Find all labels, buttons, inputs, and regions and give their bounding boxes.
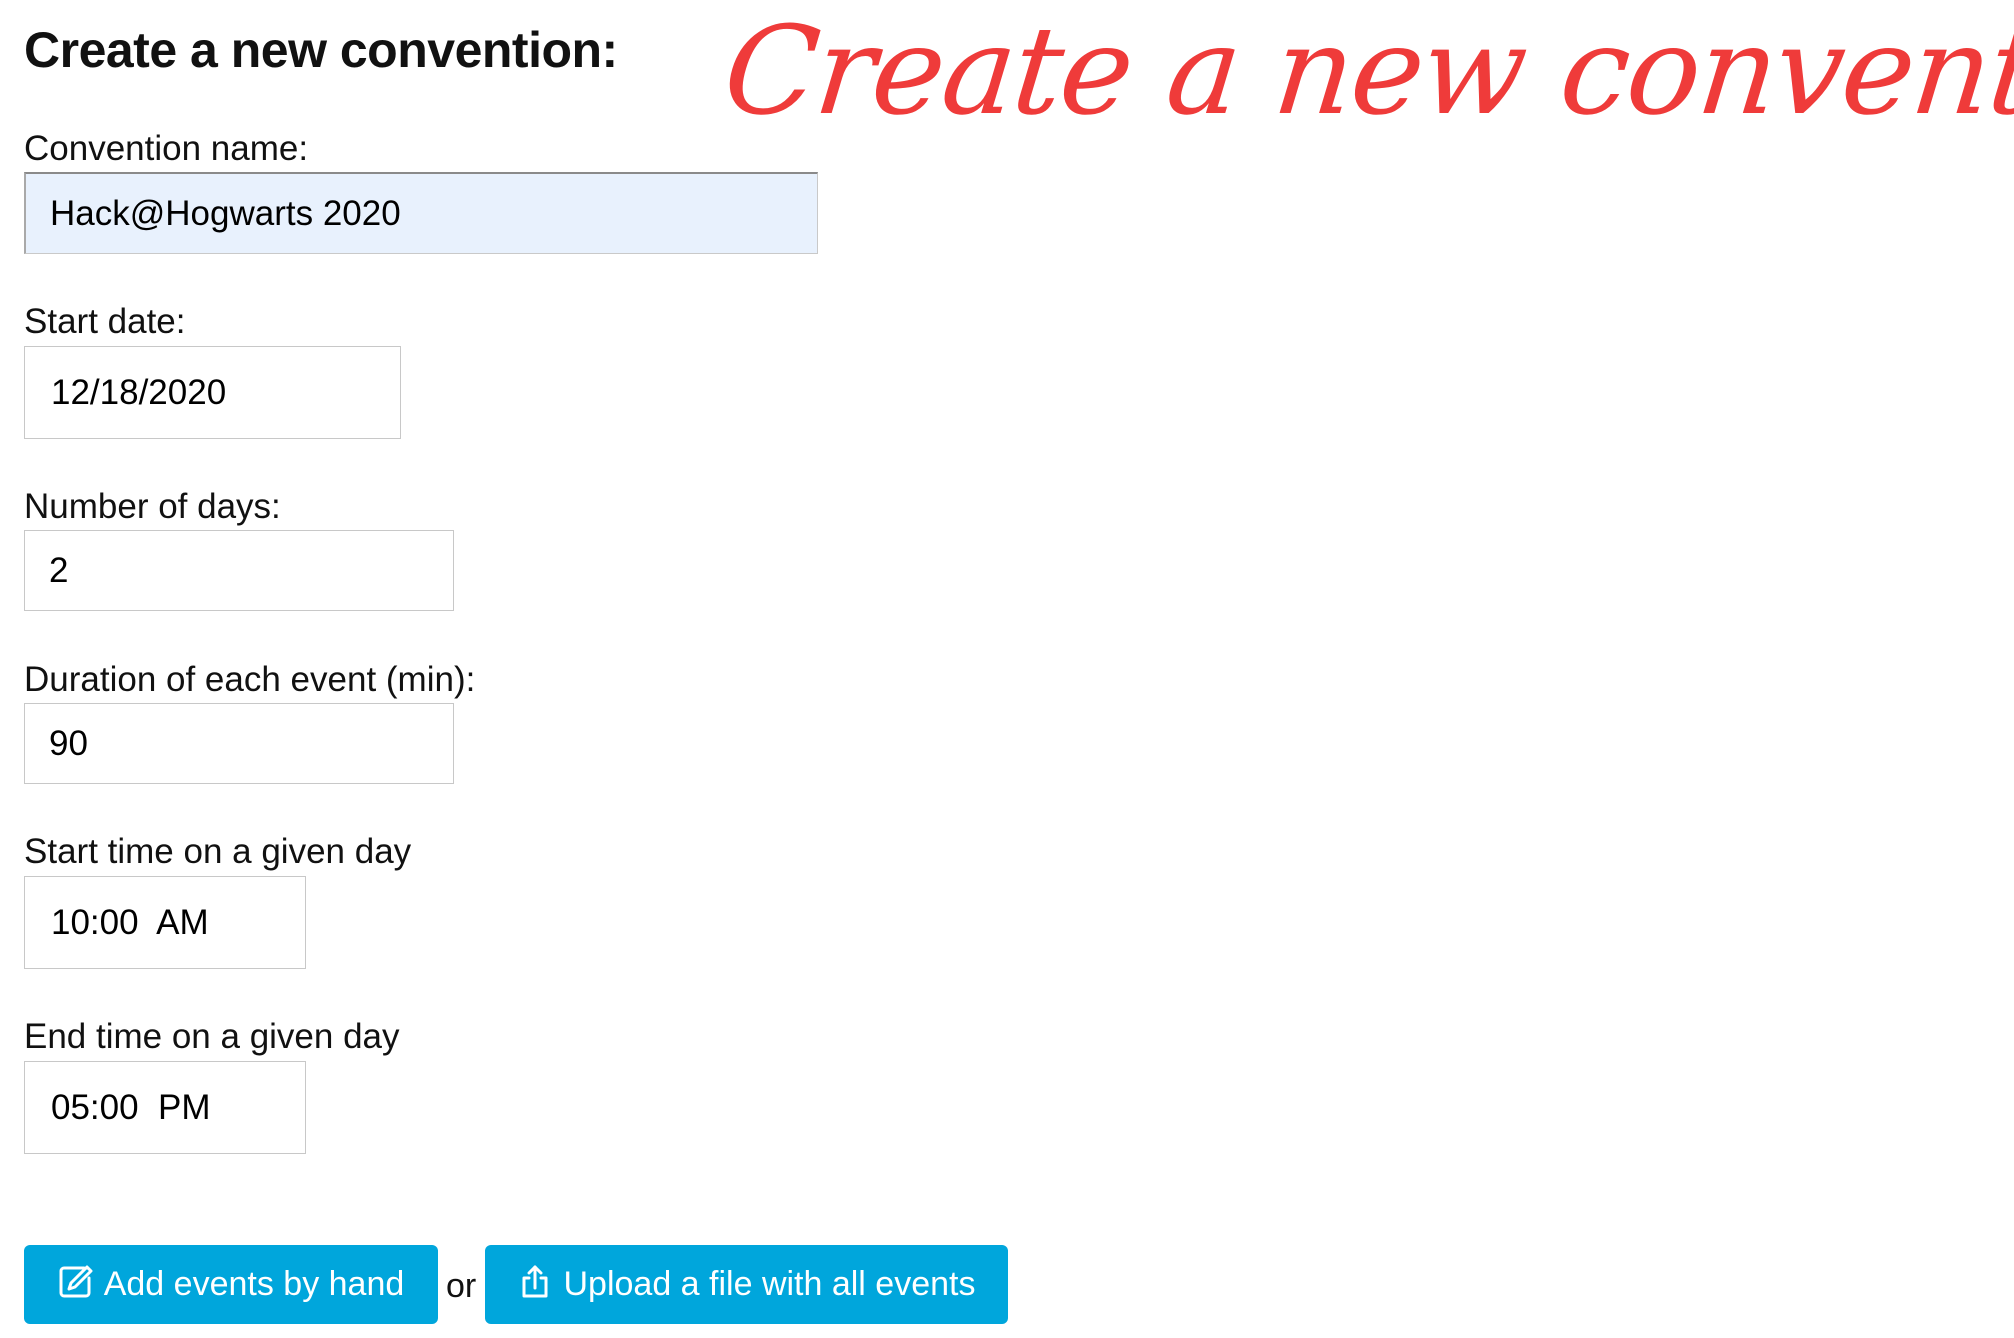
start-date-input[interactable]: 12/18/2020 (24, 346, 401, 439)
convention-name-label: Convention name: (24, 129, 309, 168)
upload-icon (517, 1264, 553, 1300)
convention-name-input[interactable]: Hack@Hogwarts 2020 (24, 172, 818, 254)
end-time-label: End time on a given day (24, 1017, 400, 1056)
banner-text: Create a new convention... (717, 0, 2014, 142)
start-time-value: 10:00 AM (51, 902, 209, 942)
start-time-input[interactable]: 10:00 AM (24, 876, 306, 969)
event-duration-value: 90 (49, 723, 88, 763)
add-events-by-hand-button[interactable]: Add events by hand (24, 1245, 438, 1324)
start-time-label: Start time on a given day (24, 832, 412, 871)
start-date-label: Start date: (24, 302, 186, 341)
number-of-days-value: 2 (49, 550, 69, 590)
edit-icon (58, 1264, 94, 1300)
upload-file-button[interactable]: Upload a file with all events (485, 1245, 1008, 1324)
number-of-days-label: Number of days: (24, 487, 281, 526)
event-duration-input[interactable]: 90 (24, 703, 454, 784)
or-separator: or (446, 1267, 477, 1305)
convention-name-value: Hack@Hogwarts 2020 (50, 193, 401, 233)
number-of-days-input[interactable]: 2 (24, 530, 454, 611)
start-date-value: 12/18/2020 (51, 372, 227, 412)
end-time-value: 05:00 PM (51, 1087, 211, 1127)
upload-file-label: Upload a file with all events (563, 1265, 976, 1303)
add-events-by-hand-label: Add events by hand (103, 1265, 405, 1303)
end-time-input[interactable]: 05:00 PM (24, 1061, 306, 1154)
page-title: Create a new convention: (24, 22, 618, 78)
event-duration-label: Duration of each event (min): (24, 660, 476, 699)
